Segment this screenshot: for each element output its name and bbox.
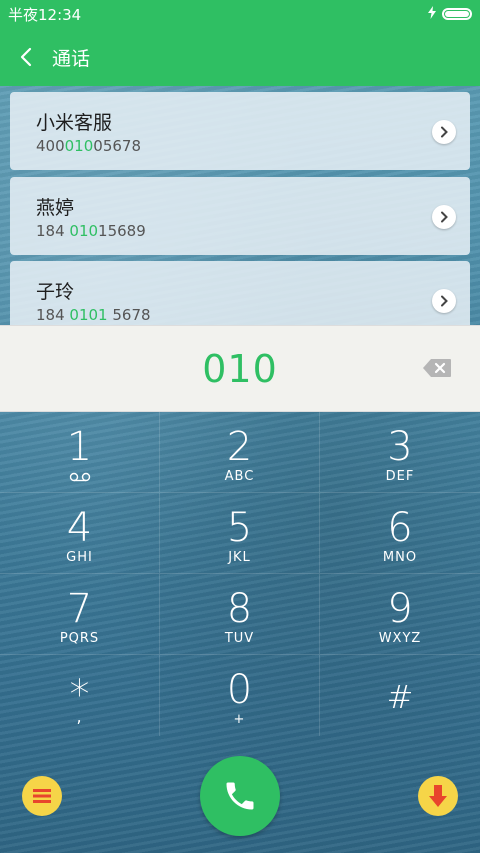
key-letters: ABC	[224, 469, 255, 484]
menu-icon	[33, 789, 51, 803]
key-8[interactable]: 8 TUV	[160, 574, 320, 655]
key-6[interactable]: 6 MNO	[320, 493, 480, 574]
key-4[interactable]: 4 GHI	[0, 493, 160, 574]
dialed-number: 010	[202, 346, 278, 391]
key-digit: 2	[226, 424, 253, 470]
key-letters: DEF	[385, 469, 415, 484]
key-letters: PQRS	[59, 631, 100, 646]
key-digit: 4	[66, 505, 93, 551]
key-letters: GHI	[66, 550, 93, 565]
back-button[interactable]	[0, 28, 52, 86]
contact-number: 40001005678	[36, 137, 141, 155]
menu-button[interactable]	[22, 776, 62, 816]
number-match-highlight: 010	[64, 137, 94, 155]
key-digit: 3	[387, 424, 413, 470]
key-digit: 1	[66, 424, 93, 470]
charging-icon	[428, 5, 436, 23]
app-header: 通话	[0, 28, 480, 86]
contact-name: 小米客服	[36, 112, 113, 134]
key-hash[interactable]: #	[320, 655, 480, 736]
key-digit: 6	[387, 505, 413, 551]
key-letters: ,	[76, 707, 83, 726]
number-match-highlight: 010	[69, 222, 99, 240]
download-button[interactable]	[418, 776, 458, 816]
battery-indicator	[428, 5, 472, 23]
key-0[interactable]: 0 +	[160, 655, 320, 736]
key-5[interactable]: 5 JKL	[160, 493, 320, 574]
key-7[interactable]: 7 PQRS	[0, 574, 160, 655]
status-bar: 半夜12:34	[0, 0, 480, 28]
bottom-action-bar	[0, 740, 480, 853]
chevron-right-icon[interactable]	[432, 289, 456, 313]
back-arrow-icon	[20, 47, 32, 67]
page-title: 通话	[52, 47, 91, 70]
phone-icon	[226, 782, 254, 810]
dial-number-display: 010	[0, 325, 480, 412]
number-match-highlight: 0101	[69, 306, 108, 324]
chevron-right-icon[interactable]	[432, 120, 456, 144]
key-digit: 9	[387, 586, 413, 632]
key-2[interactable]: 2 ABC	[160, 412, 320, 493]
dial-keypad: 1 2 ABC 3 DEF 4 GHI 5 JKL 6 MNO 7 PQRS 8…	[0, 412, 480, 737]
status-time: 半夜12:34	[8, 5, 82, 24]
contact-number: 184 0101 5678	[36, 306, 151, 324]
key-1[interactable]: 1	[0, 412, 160, 493]
key-digit: 7	[66, 586, 93, 632]
key-letters: WXYZ	[378, 631, 422, 646]
battery-icon	[442, 8, 472, 20]
key-digit: 5	[226, 505, 253, 551]
key-digit: 8	[226, 586, 253, 632]
contact-name: 燕婷	[36, 197, 75, 219]
voicemail-icon	[69, 472, 91, 482]
arrow-down-icon	[429, 785, 447, 807]
backspace-icon[interactable]	[422, 358, 452, 378]
contact-item-yanting[interactable]: 燕婷 184 01015689	[10, 177, 470, 255]
key-letters: JKL	[228, 550, 251, 565]
call-button[interactable]	[200, 756, 280, 836]
key-digit: 0	[226, 667, 253, 713]
chevron-right-icon[interactable]	[432, 205, 456, 229]
key-3[interactable]: 3 DEF	[320, 412, 480, 493]
key-digit: #	[386, 678, 414, 716]
key-letters: MNO	[382, 550, 418, 565]
key-star[interactable]: * ,	[0, 655, 160, 736]
contact-item-xiaomi-service[interactable]: 小米客服 40001005678	[10, 92, 470, 170]
contact-number: 184 01015689	[36, 222, 146, 240]
key-9[interactable]: 9 WXYZ	[320, 574, 480, 655]
contact-name: 子玲	[36, 281, 75, 303]
key-letters: TUV	[224, 631, 255, 646]
key-letters: +	[233, 712, 246, 727]
